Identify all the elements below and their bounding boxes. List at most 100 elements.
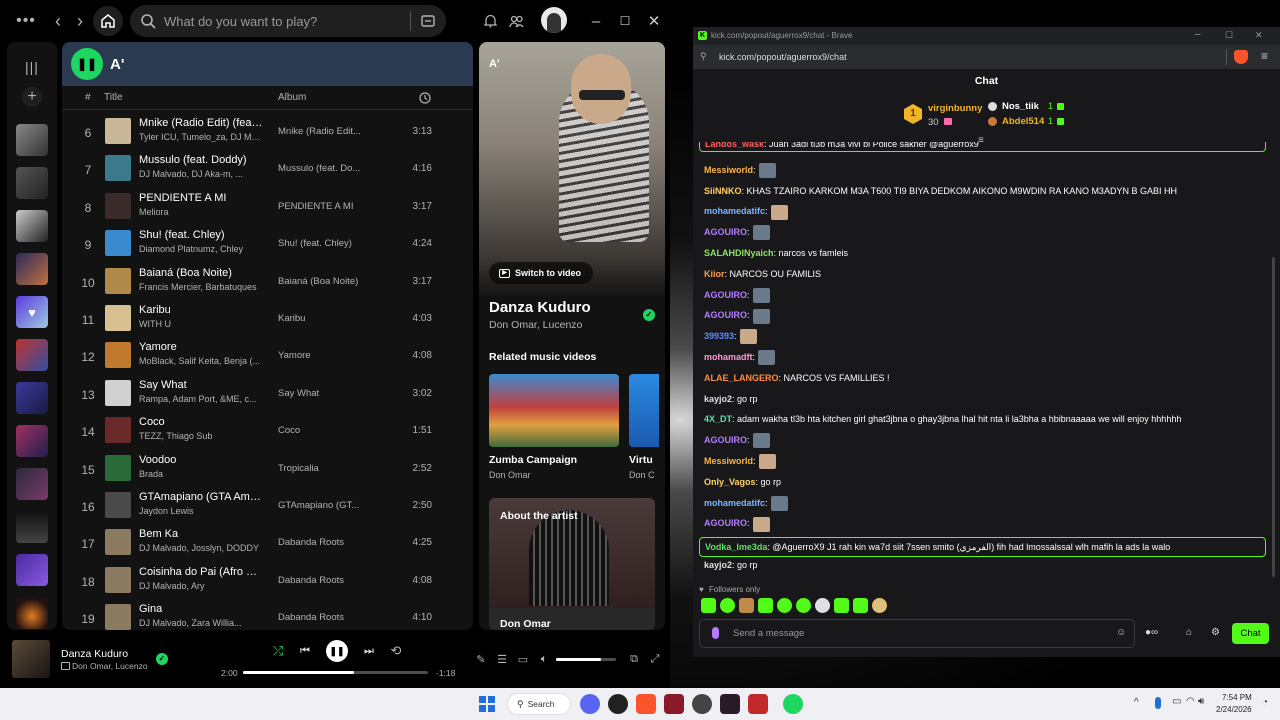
clock-time[interactable]: 7:54 PM	[1222, 693, 1252, 702]
track-row[interactable]: 15 Voodoo Brada Tropicalia 2:52	[62, 451, 473, 488]
send-message-input[interactable]: Send a message ☺	[699, 619, 1135, 648]
address-bar[interactable]: ⚲ kick.com/popout/aguerrox9/chat ≡	[693, 45, 1280, 69]
track-album[interactable]: PENDIENTE A MI	[278, 201, 363, 212]
track-row[interactable]: 18 Coisinha do Pai (Afro Sa... DJ Malvado,…	[62, 563, 473, 600]
gifter-name[interactable]: Nos_tiik	[1002, 101, 1039, 112]
menu-dots-icon[interactable]: •••	[16, 12, 36, 30]
network-icon[interactable]: ▭	[1172, 696, 1181, 707]
back-arrow-icon[interactable]: ‹	[50, 11, 66, 31]
brave-icon[interactable]	[636, 694, 656, 714]
chat-username[interactable]: Landos_wask	[705, 142, 764, 149]
column-title[interactable]: Title	[104, 92, 123, 103]
chat-username[interactable]: Messiworld	[704, 456, 753, 466]
track-row[interactable]: 10 Baianá (Boa Noite) Francis Mercier, Bar…	[62, 264, 473, 301]
track-row[interactable]: 16 GTAmapiano (GTA Ama... Jaydon Lewis GTAm…	[62, 488, 473, 525]
track-title[interactable]: Shu! (feat. Chley)	[139, 229, 264, 241]
shuffle-icon[interactable]: ⤮	[270, 643, 286, 659]
fullscreen-icon[interactable]: ⤢	[648, 652, 662, 666]
browser-menu-icon[interactable]: ≡	[1261, 49, 1268, 63]
search-input[interactable]: What do you want to play?	[164, 14, 317, 29]
library-item[interactable]	[16, 511, 48, 543]
shop-icon[interactable]: ⌂	[1186, 627, 1192, 638]
emote-icon[interactable]	[758, 598, 773, 613]
library-icon[interactable]: |||	[22, 58, 42, 76]
brave-shield-icon[interactable]	[1234, 50, 1248, 64]
track-title[interactable]: Karibu	[139, 304, 264, 316]
chat-username[interactable]: Kiior	[704, 269, 725, 279]
url-text[interactable]: kick.com/popout/aguerrox9/chat	[719, 52, 847, 62]
discord-icon[interactable]	[580, 694, 600, 714]
library-item[interactable]	[16, 425, 48, 457]
queue-icon[interactable]: ☰	[495, 652, 509, 666]
mic-tray-icon[interactable]	[1155, 697, 1161, 709]
spotify-taskbar-icon[interactable]	[783, 694, 803, 714]
home-button[interactable]	[93, 6, 123, 36]
np-artists[interactable]: Don Omar, Lucenzo	[489, 319, 582, 331]
track-artist[interactable]: DJ Malvado, DJ Aka-m, ...	[139, 169, 264, 179]
chat-username[interactable]: Vodka_lme3da	[705, 542, 767, 552]
now-playing-cover[interactable]	[12, 640, 50, 678]
track-album[interactable]: Tropicalia	[278, 463, 363, 474]
track-album[interactable]: Shu! (feat. Chley)	[278, 238, 363, 249]
related-video-title[interactable]: Zumba Campaign	[489, 454, 577, 466]
track-title[interactable]: Baianá (Boa Noite)	[139, 267, 264, 279]
track-row[interactable]: 7 Mussulo (feat. Doddy) DJ Malvado, DJ Aka…	[62, 151, 473, 188]
edit-pencil-icon[interactable]: ✎	[474, 652, 488, 666]
track-title[interactable]: Mnike (Radio Edit) (feat....	[139, 117, 264, 129]
library-item[interactable]	[16, 597, 48, 629]
track-artist[interactable]: DJ Malvado, Josslyn, DODDY	[139, 543, 264, 553]
track-artist[interactable]: Brada	[139, 469, 264, 479]
chat-username[interactable]: mohamedatifc	[704, 206, 765, 216]
emote-icon[interactable]	[720, 598, 735, 613]
track-title[interactable]: Gina	[139, 603, 264, 615]
chat-username[interactable]: SiiNNKO	[704, 186, 742, 196]
clock-date[interactable]: 2/24/2026	[1216, 705, 1252, 714]
chat-username[interactable]: 399393	[704, 331, 734, 341]
emote-icon[interactable]	[815, 598, 830, 613]
np-song-title[interactable]: Danza Kuduro	[489, 299, 591, 316]
maximize-icon[interactable]: ☐	[617, 12, 633, 30]
track-artist[interactable]: WITH U	[139, 319, 264, 329]
forward-arrow-icon[interactable]: ›	[72, 11, 88, 31]
app-a-icon[interactable]	[664, 694, 684, 714]
miniplayer-icon[interactable]: ⧉	[627, 652, 641, 666]
track-artist[interactable]: Francis Mercier, Barbatuques	[139, 282, 264, 292]
browse-icon[interactable]	[420, 13, 436, 29]
chat-username[interactable]: 4X_DT	[704, 414, 732, 424]
taskbar-search[interactable]: ⚲ Search	[507, 693, 571, 715]
track-artist[interactable]: Meliora	[139, 207, 264, 217]
top-gifter-name[interactable]: virginbunny	[928, 103, 982, 114]
track-row[interactable]: 19 Gina DJ Malvado, Zara Willia... Dabanda …	[62, 600, 473, 630]
track-title[interactable]: Bem Ka	[139, 528, 264, 540]
chat-username[interactable]: mohamadft	[704, 352, 753, 362]
pause-button[interactable]: ❚❚	[71, 48, 103, 80]
emote-icon[interactable]	[872, 598, 887, 613]
chat-scrollbar[interactable]	[1272, 257, 1275, 577]
track-artist[interactable]: TEZZ, Thiago Sub	[139, 431, 264, 441]
avatar[interactable]	[541, 7, 567, 33]
emote-icon[interactable]	[739, 598, 754, 613]
library-item[interactable]	[16, 554, 48, 586]
app-i-icon[interactable]	[748, 694, 768, 714]
send-message-placeholder[interactable]: Send a message	[733, 628, 804, 639]
track-title[interactable]: Mussulo (feat. Doddy)	[139, 154, 264, 166]
microphone-icon[interactable]	[712, 627, 719, 639]
close-icon[interactable]: ✕	[646, 12, 662, 30]
chat-username[interactable]: AGOUIRO	[704, 435, 747, 445]
settings-gear-icon[interactable]: ⚙	[1211, 627, 1220, 638]
track-artist[interactable]: DJ Malvado, Ary	[139, 581, 264, 591]
start-windows-icon[interactable]	[479, 696, 495, 712]
chat-username[interactable]: Messiworld	[704, 165, 753, 175]
saved-check-icon[interactable]: ✓	[156, 653, 168, 665]
chat-username[interactable]: SALAHDINyaich	[704, 248, 774, 258]
next-icon[interactable]: ⏭	[362, 643, 376, 659]
bell-icon[interactable]	[482, 13, 498, 29]
minimize-icon[interactable]: –	[588, 12, 604, 30]
track-title[interactable]: Voodoo	[139, 454, 264, 466]
chat-username[interactable]: kayjo2	[704, 560, 732, 570]
chat-username[interactable]: mohamedatifc	[704, 498, 765, 508]
chat-username[interactable]: AGOUIRO	[704, 290, 747, 300]
track-title[interactable]: GTAmapiano (GTA Ama...	[139, 491, 264, 503]
track-title[interactable]: Yamore	[139, 341, 264, 353]
track-artist[interactable]: Diamond Platnumz, Chley	[139, 244, 264, 254]
